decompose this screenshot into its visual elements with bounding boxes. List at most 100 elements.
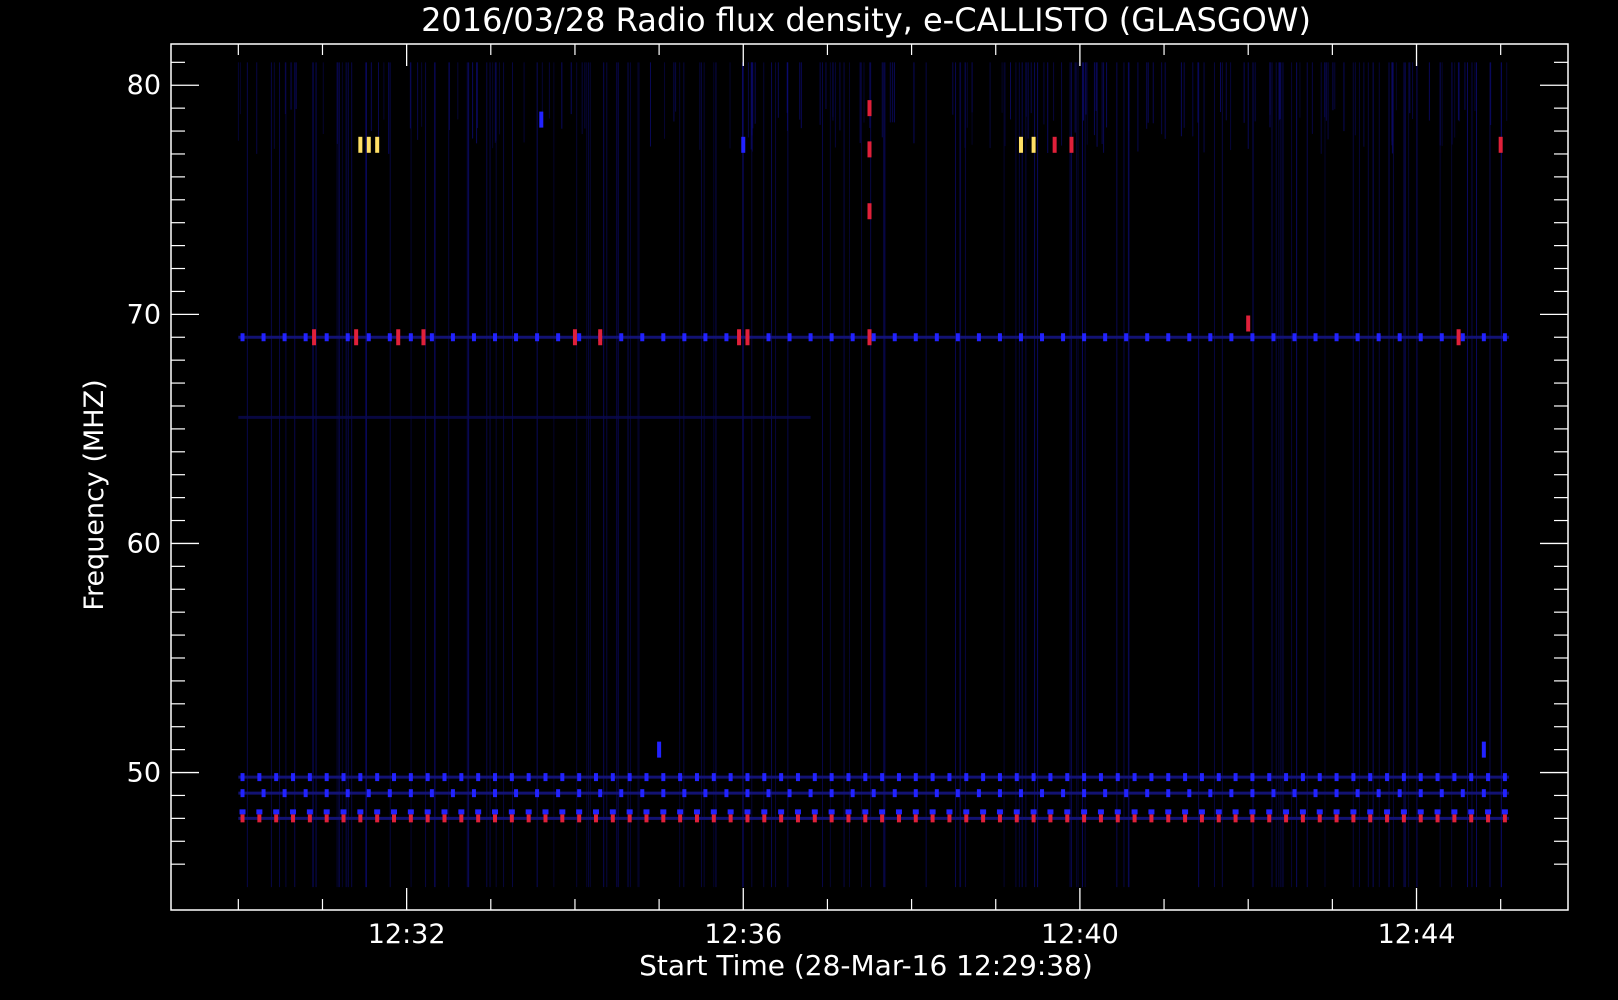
band-mark [471, 789, 476, 798]
burst-mark [737, 329, 742, 346]
burst-mark [1018, 136, 1023, 153]
band-mark [829, 789, 834, 798]
band-mark [1452, 773, 1457, 782]
band-mark [829, 333, 834, 342]
band-mark [644, 773, 649, 782]
band-mark-halo [323, 809, 330, 815]
band-mark [341, 773, 346, 782]
band-mark [1065, 814, 1070, 823]
y-tick-label: 80 [127, 70, 161, 101]
band-mark [795, 814, 800, 823]
band-mark-halo [424, 809, 431, 815]
band-mark [787, 789, 792, 798]
band-mark [1284, 814, 1289, 823]
band-mark [240, 789, 245, 798]
band-mark [762, 814, 767, 823]
band-mark [1481, 789, 1486, 798]
band-mark [514, 333, 519, 342]
band-mark [1216, 773, 1221, 782]
band-mark [366, 789, 371, 798]
band-mark [892, 789, 897, 798]
band-mark [1418, 773, 1423, 782]
band-mark-halo [1165, 809, 1172, 815]
burst-mark [867, 203, 872, 220]
band-mark [1355, 333, 1360, 342]
band-mark [1385, 814, 1390, 823]
burst-mark [1456, 329, 1461, 346]
band-mark-halo [778, 809, 785, 815]
band-mark [240, 814, 245, 823]
band-mark [1250, 789, 1255, 798]
burst-mark [1498, 136, 1503, 153]
band-mark-halo [609, 809, 616, 815]
band-mark [1014, 773, 1019, 782]
band-mark [593, 814, 598, 823]
band-mark [577, 333, 582, 342]
band-mark [1250, 773, 1255, 782]
y-tick-label: 50 [127, 758, 161, 789]
band-mark [644, 814, 649, 823]
band-mark [627, 773, 632, 782]
band-mark-halo [592, 809, 599, 815]
burst-mark [539, 111, 544, 128]
burst-mark [1069, 136, 1074, 153]
band-mark-halo [996, 809, 1003, 815]
band-mark-halo [441, 809, 448, 815]
band-mark-halo [1266, 809, 1273, 815]
band-mark [863, 814, 868, 823]
band-mark [762, 773, 767, 782]
band-mark [459, 773, 464, 782]
band-mark [1469, 773, 1474, 782]
band-mark [392, 814, 397, 823]
burst-mark [741, 136, 746, 153]
band-mark [724, 333, 729, 342]
band-mark [682, 333, 687, 342]
band-mark [526, 814, 531, 823]
band-mark [850, 333, 855, 342]
band-mark [896, 814, 901, 823]
band-mark [1317, 773, 1322, 782]
band-mark [240, 333, 245, 342]
band-mark-halo [1215, 809, 1222, 815]
burst-mark [1481, 741, 1486, 758]
band-mark [1031, 773, 1036, 782]
band-mark [1435, 814, 1440, 823]
band-mark [934, 789, 939, 798]
band-mark [981, 814, 986, 823]
burst-mark [598, 329, 603, 346]
band-mark [543, 814, 548, 823]
band-mark [408, 789, 413, 798]
band-mark [1401, 773, 1406, 782]
band-mark [1082, 773, 1087, 782]
band-mark-halo [559, 809, 566, 815]
band-mark-halo [1299, 809, 1306, 815]
band-mark [1149, 814, 1154, 823]
band-mark-halo [643, 809, 650, 815]
band-mark [593, 773, 598, 782]
band-mark [1376, 789, 1381, 798]
band-mark-halo [1047, 809, 1054, 815]
band-mark [1397, 333, 1402, 342]
band-mark [598, 789, 603, 798]
band-mark [846, 814, 851, 823]
band-mark [442, 773, 447, 782]
band-mark [1229, 789, 1234, 798]
burst-mark [1031, 136, 1036, 153]
band-mark [1065, 773, 1070, 782]
band-mark [964, 773, 969, 782]
band-mark [282, 333, 287, 342]
band-mark [619, 333, 624, 342]
burst-mark [358, 136, 363, 153]
band-mark [261, 789, 266, 798]
burst-mark [1052, 136, 1057, 153]
band-mark [610, 814, 615, 823]
band-mark [694, 773, 699, 782]
band-mark [1149, 773, 1154, 782]
band-mark [1481, 333, 1486, 342]
burst-mark [867, 141, 872, 158]
band-mark [526, 773, 531, 782]
band-mark [509, 773, 514, 782]
burst-mark [396, 329, 401, 346]
band-mark [556, 333, 561, 342]
band-mark [577, 789, 582, 798]
